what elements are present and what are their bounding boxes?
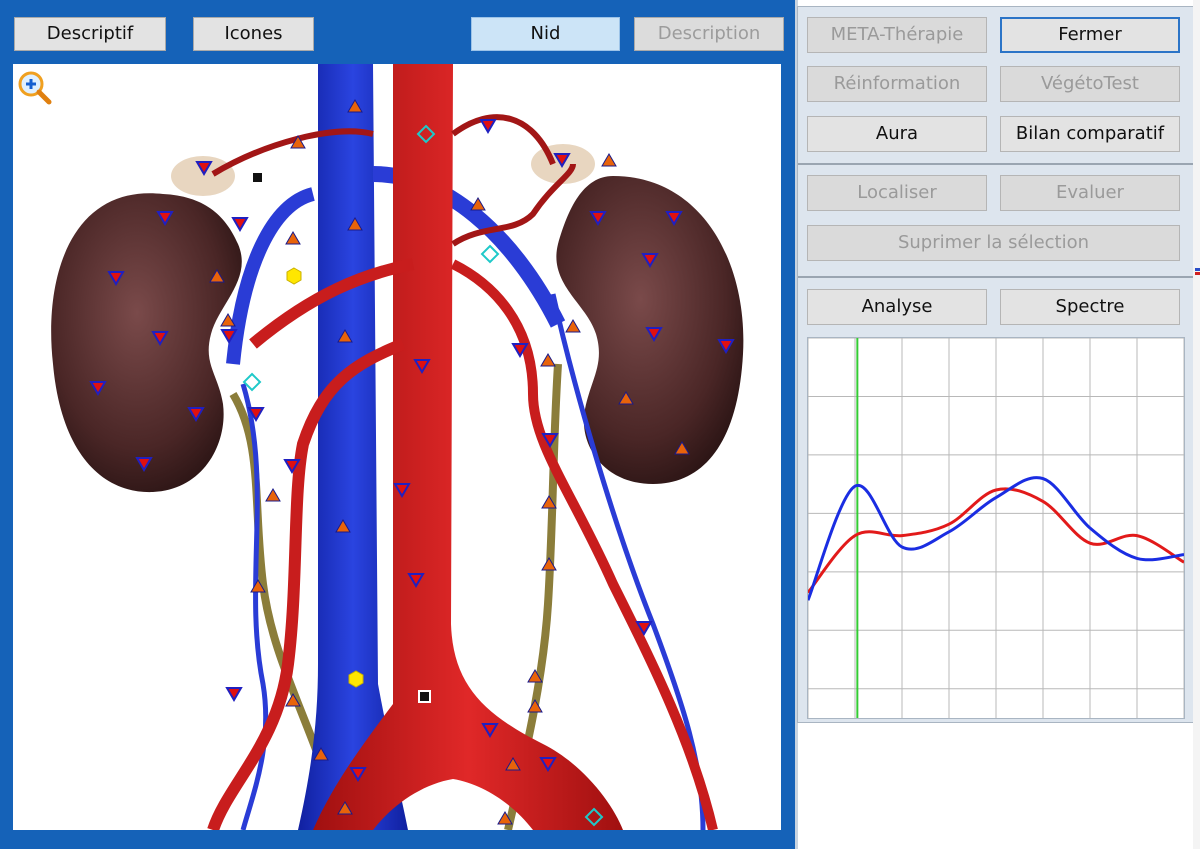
up-triangle-marker[interactable] bbox=[265, 488, 281, 502]
background-mark bbox=[1195, 268, 1200, 271]
viewer-frame: Descriptif Icones Nid Description bbox=[0, 0, 795, 849]
zoom-in-icon[interactable] bbox=[17, 70, 53, 110]
anatomy-canvas[interactable] bbox=[13, 64, 781, 830]
fermer-button[interactable]: Fermer bbox=[1000, 17, 1180, 53]
supprimer-selection-button[interactable]: Suprimer la sélection bbox=[807, 225, 1180, 261]
left-kidney bbox=[51, 193, 242, 493]
background-mark bbox=[1195, 272, 1200, 275]
aura-button[interactable]: Aura bbox=[807, 116, 987, 152]
localiser-button[interactable]: Localiser bbox=[807, 175, 987, 211]
spectrum-chart bbox=[806, 337, 1185, 719]
hexagon-marker[interactable] bbox=[348, 670, 364, 688]
up-triangle-marker[interactable] bbox=[285, 231, 301, 245]
separator bbox=[798, 276, 1193, 278]
evaluer-button[interactable]: Evaluer bbox=[1000, 175, 1180, 211]
hexagon-marker[interactable] bbox=[286, 267, 302, 285]
background-window-edge bbox=[1193, 0, 1200, 849]
analyse-button[interactable]: Analyse bbox=[807, 289, 987, 325]
up-triangle-marker[interactable] bbox=[540, 353, 556, 367]
down-triangle-marker[interactable] bbox=[225, 687, 243, 702]
meta-therapie-button[interactable]: META-Thérapie bbox=[807, 17, 987, 53]
nid-button[interactable]: Nid bbox=[471, 17, 620, 51]
spectre-button[interactable]: Spectre bbox=[1000, 289, 1180, 325]
reinformation-button[interactable]: Réinformation bbox=[807, 66, 987, 102]
control-panel: META-Thérapie Fermer Réinformation Végét… bbox=[797, 6, 1194, 723]
bilan-comparatif-button[interactable]: Bilan comparatif bbox=[1000, 116, 1180, 152]
down-triangle-marker[interactable] bbox=[231, 217, 249, 232]
square-marker[interactable] bbox=[418, 690, 431, 703]
description-button[interactable]: Description bbox=[634, 17, 784, 51]
vegetotest-button[interactable]: VégétoTest bbox=[1000, 66, 1180, 102]
diamond-marker[interactable] bbox=[480, 244, 500, 264]
square-marker[interactable] bbox=[251, 171, 264, 184]
descriptif-button[interactable]: Descriptif bbox=[14, 17, 166, 51]
up-triangle-marker[interactable] bbox=[527, 699, 543, 713]
spectrum-chart-svg bbox=[806, 337, 1185, 718]
up-triangle-marker[interactable] bbox=[601, 153, 617, 167]
up-triangle-marker[interactable] bbox=[565, 319, 581, 333]
down-triangle-marker[interactable] bbox=[479, 119, 497, 134]
icones-button[interactable]: Icones bbox=[193, 17, 314, 51]
separator bbox=[798, 163, 1193, 165]
kidney-illustration bbox=[51, 64, 744, 830]
